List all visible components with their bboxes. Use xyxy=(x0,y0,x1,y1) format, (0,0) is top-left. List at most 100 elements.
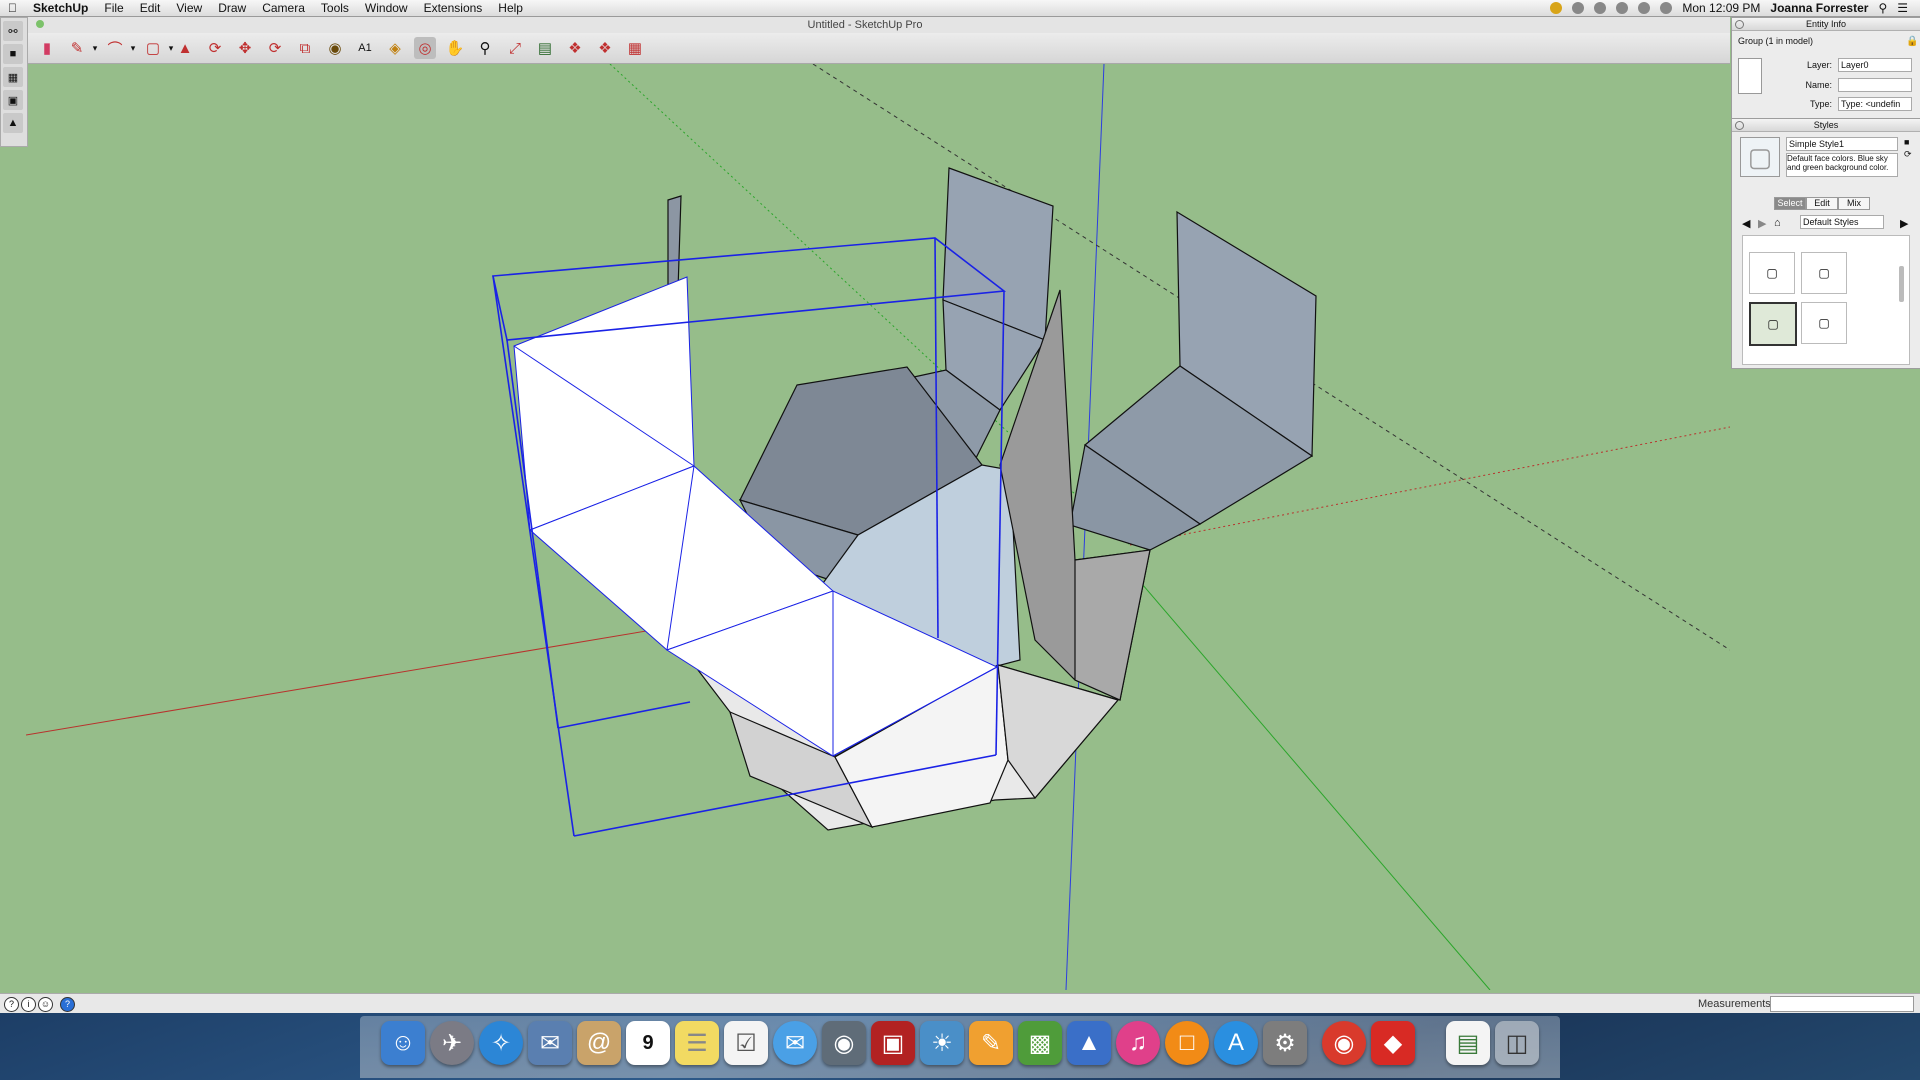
mail-icon[interactable]: ✉ xyxy=(528,1021,572,1065)
style-name-field[interactable]: Simple Style1 xyxy=(1786,137,1898,151)
paint-bucket-icon[interactable]: ◈ xyxy=(384,37,406,59)
contacts-icon[interactable]: @ xyxy=(577,1021,621,1065)
zoom-extents-icon[interactable]: ⤢ xyxy=(504,37,526,59)
menubar-user[interactable]: Joanna Forrester xyxy=(1770,1,1868,15)
home-icon[interactable]: ⌂ xyxy=(1774,217,1781,229)
arc-dropdown-chevron-icon[interactable]: ▾ xyxy=(122,37,144,59)
status-extra-icon[interactable] xyxy=(1572,2,1585,14)
help-icon[interactable]: ? xyxy=(60,997,75,1012)
wifi-icon[interactable] xyxy=(1638,2,1651,14)
style-thumbnail-item[interactable]: ▢ xyxy=(1801,252,1847,294)
push-pull-icon[interactable]: ▲ xyxy=(174,37,196,59)
bluetooth-icon[interactable] xyxy=(1616,2,1629,14)
panel-close-button[interactable] xyxy=(1735,20,1744,29)
warehouse-icon[interactable]: ▤ xyxy=(534,37,556,59)
tab-select[interactable]: Select xyxy=(1774,197,1806,210)
components-icon[interactable]: ❖ xyxy=(564,37,586,59)
facetime-icon[interactable]: ◉ xyxy=(822,1021,866,1065)
menu-file[interactable]: File xyxy=(96,0,131,16)
info-icon[interactable]: i xyxy=(21,997,36,1012)
measurements-input[interactable] xyxy=(1770,996,1914,1012)
section-plane-icon[interactable]: ▣ xyxy=(3,90,23,110)
app-menu[interactable]: SketchUp xyxy=(25,0,96,16)
type-select[interactable]: Type: <undefin xyxy=(1838,97,1912,111)
lock-icon[interactable]: 🔒 xyxy=(1906,36,1918,47)
layer-select[interactable]: Layer0 xyxy=(1838,58,1912,72)
ibooks-icon[interactable]: □ xyxy=(1165,1021,1209,1065)
menu-tools[interactable]: Tools xyxy=(313,0,357,16)
back-arrow-icon[interactable]: ◀ xyxy=(1742,217,1750,230)
text-icon[interactable]: A1 xyxy=(354,37,376,59)
3d-viewport[interactable] xyxy=(26,64,1730,990)
calendar-icon[interactable]: 9 xyxy=(626,1021,670,1065)
style-thumbnail-item[interactable]: ▢ xyxy=(1749,252,1795,294)
style-thumbnail-item[interactable]: ▢ xyxy=(1801,302,1847,344)
menu-draw[interactable]: Draw xyxy=(210,0,254,16)
volume-icon[interactable] xyxy=(1660,2,1673,14)
tab-mix[interactable]: Mix xyxy=(1838,197,1870,210)
styles-close-button[interactable] xyxy=(1735,121,1744,130)
scale-icon[interactable]: ⧉ xyxy=(294,37,316,59)
sandbox-icon[interactable]: ▲ xyxy=(3,113,23,133)
menu-extensions[interactable]: Extensions xyxy=(416,0,491,16)
eraser-icon[interactable]: ▮ xyxy=(36,37,58,59)
make-component-icon[interactable]: ▦ xyxy=(3,67,23,87)
photo-booth-icon[interactable]: ▣ xyxy=(871,1021,915,1065)
notes-icon[interactable]: ☰ xyxy=(675,1021,719,1065)
keynote-icon[interactable]: ▲ xyxy=(1067,1021,1111,1065)
layout-icon[interactable]: ▦ xyxy=(624,37,646,59)
window-zoom-button[interactable] xyxy=(36,20,44,28)
model-geometry[interactable] xyxy=(667,167,1317,831)
apple-menu-icon[interactable]:  xyxy=(0,0,25,16)
orbit-icon[interactable]: ◎ xyxy=(414,37,436,59)
menubar-clock[interactable]: Mon 12:09 PM xyxy=(1682,1,1760,15)
menu-edit[interactable]: Edit xyxy=(132,0,169,16)
menu-window[interactable]: Window xyxy=(357,0,416,16)
menu-help[interactable]: Help xyxy=(490,0,531,16)
pan-icon[interactable]: ✋ xyxy=(444,37,466,59)
style-thumbnail-selected[interactable]: ▢ xyxy=(1749,302,1797,346)
materials-icon[interactable]: ■ xyxy=(3,44,23,64)
system-preferences-icon[interactable]: ⚙ xyxy=(1263,1021,1307,1065)
extension-warehouse-icon[interactable]: ❖ xyxy=(594,37,616,59)
details-arrow-icon[interactable]: ▶ xyxy=(1900,217,1908,230)
forward-arrow-icon[interactable]: ▶ xyxy=(1758,217,1766,230)
status-app-icon[interactable] xyxy=(1550,2,1563,14)
document-icon[interactable]: ▤ xyxy=(1446,1021,1490,1065)
rotate-icon[interactable]: ⟳ xyxy=(264,37,286,59)
spotlight-icon[interactable]: ⚲ xyxy=(1878,1,1887,15)
user-icon[interactable]: ☺ xyxy=(38,997,53,1012)
pages-icon[interactable]: ✎ xyxy=(969,1021,1013,1065)
zoom-icon[interactable]: ⚲ xyxy=(474,37,496,59)
messages-icon[interactable]: ✉ xyxy=(773,1021,817,1065)
entity-preview-swatch[interactable] xyxy=(1738,58,1762,94)
move-icon[interactable]: ✥ xyxy=(234,37,256,59)
tab-edit[interactable]: Edit xyxy=(1806,197,1838,210)
notification-center-icon[interactable]: ☰ xyxy=(1897,1,1908,15)
menu-view[interactable]: View xyxy=(168,0,210,16)
update-style-icon[interactable]: ⟳ xyxy=(1904,149,1912,160)
style-collection-select[interactable]: Default Styles xyxy=(1800,215,1884,229)
safari-icon[interactable]: ✧ xyxy=(479,1021,523,1065)
select-tool-icon[interactable]: ⚯ xyxy=(3,21,23,41)
time-machine-icon[interactable] xyxy=(1594,2,1607,14)
itunes-icon[interactable]: ♫ xyxy=(1116,1021,1160,1065)
line-dropdown-chevron-icon[interactable]: ▾ xyxy=(84,37,106,59)
reminders-icon[interactable]: ☑ xyxy=(724,1021,768,1065)
numbers-icon[interactable]: ▩ xyxy=(1018,1021,1062,1065)
tape-measure-icon[interactable]: ◉ xyxy=(324,37,346,59)
style-description-field[interactable]: Default face colors. Blue sky and green … xyxy=(1786,153,1898,177)
create-style-icon[interactable]: ■ xyxy=(1904,137,1909,147)
trash-icon[interactable]: ◫ xyxy=(1495,1021,1539,1065)
chrome-icon[interactable]: ◉ xyxy=(1322,1021,1366,1065)
name-field[interactable] xyxy=(1838,78,1912,92)
launchpad-icon[interactable]: ✈ xyxy=(430,1021,474,1065)
geolocation-icon[interactable]: ? xyxy=(4,997,19,1012)
sketchup-icon[interactable]: ◆ xyxy=(1371,1021,1415,1065)
menu-camera[interactable]: Camera xyxy=(254,0,313,16)
gallery-scrollbar[interactable] xyxy=(1899,266,1904,302)
app-store-icon[interactable]: A xyxy=(1214,1021,1258,1065)
iphoto-icon[interactable]: ☀ xyxy=(920,1021,964,1065)
finder-icon[interactable]: ☺ xyxy=(381,1021,425,1065)
offset-icon[interactable]: ⟳ xyxy=(204,37,226,59)
